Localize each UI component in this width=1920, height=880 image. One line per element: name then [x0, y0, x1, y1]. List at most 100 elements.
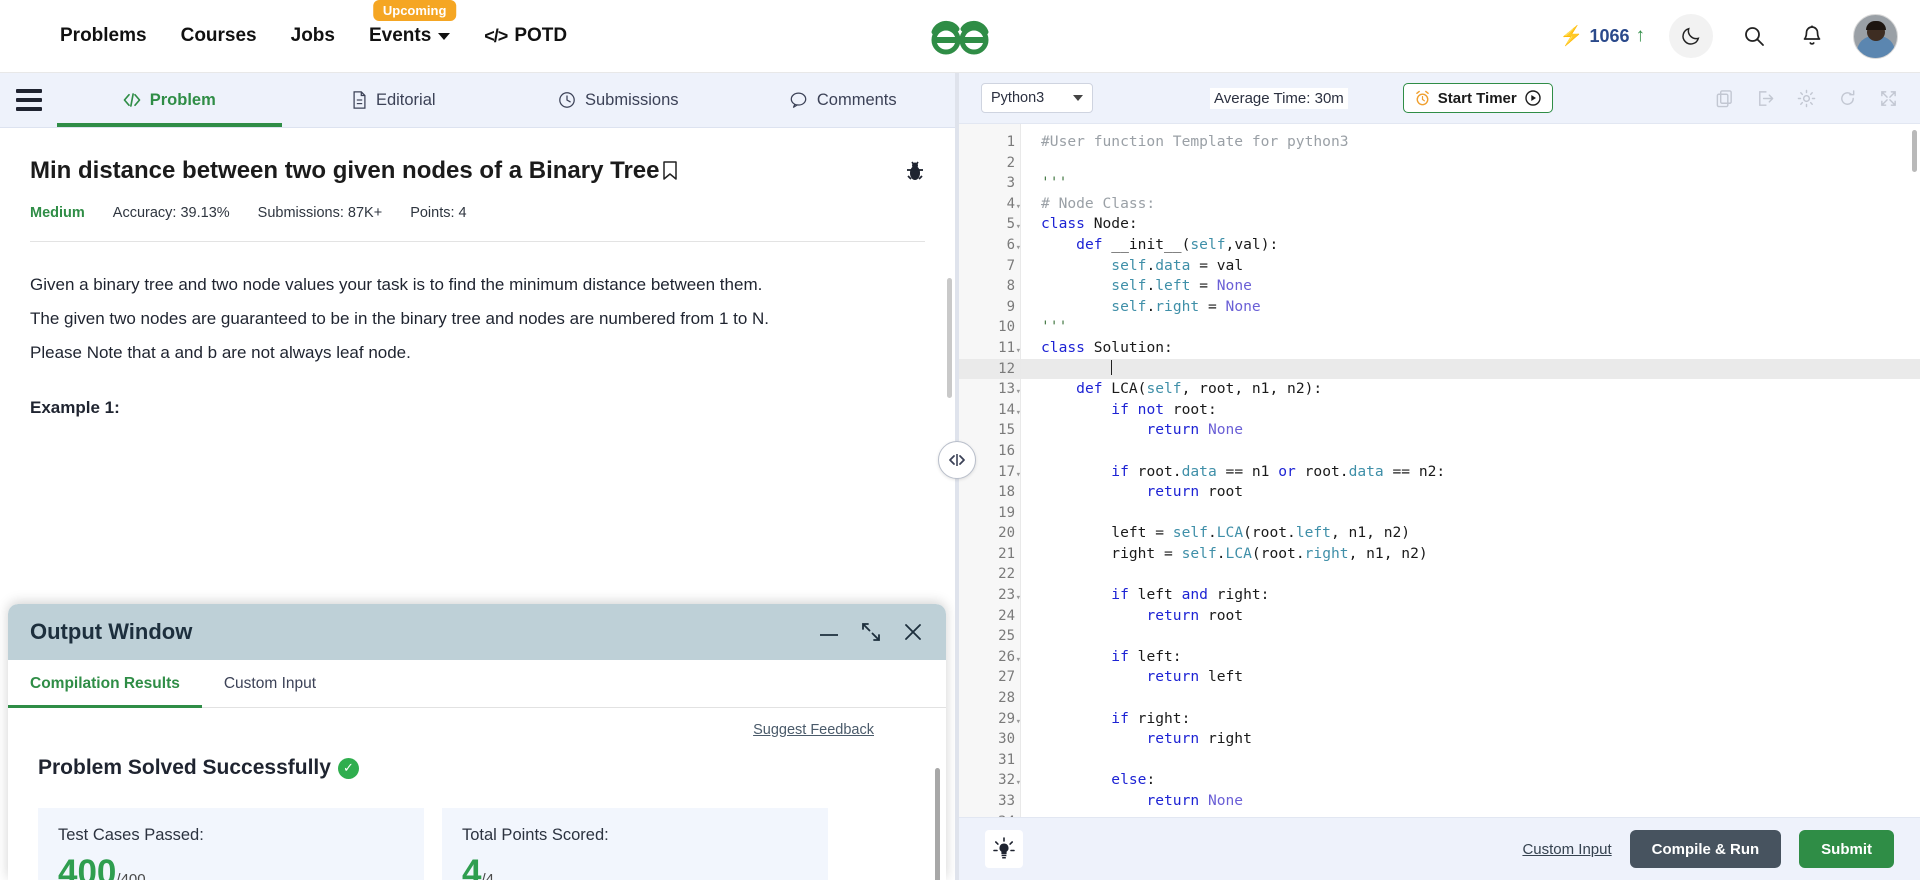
- play-circle-icon: [1525, 90, 1541, 106]
- hint-button[interactable]: [985, 830, 1023, 868]
- tab-custom-input[interactable]: Custom Input: [202, 660, 338, 707]
- code-line: return root: [1146, 606, 1244, 624]
- output-window-controls: [818, 621, 924, 643]
- line-number: 26 ▾: [959, 647, 1021, 668]
- upcoming-badge: Upcoming: [372, 0, 457, 21]
- status-text: Problem Solved Successfully: [38, 756, 331, 779]
- split-resize-handle[interactable]: [938, 441, 976, 479]
- description-paragraph: The given two nodes are guaranteed to be…: [30, 309, 770, 328]
- line-number: 21: [998, 545, 1015, 562]
- close-icon[interactable]: [902, 621, 924, 643]
- line-number: 31: [998, 751, 1015, 768]
- clock-icon: [558, 91, 576, 109]
- page-title: Min distance between two given nodes of …: [30, 156, 678, 188]
- output-scrollbar[interactable]: [935, 768, 940, 880]
- nav-item-problems[interactable]: Problems: [60, 25, 147, 47]
- line-number: 24: [998, 607, 1015, 624]
- stat-number: 4: [462, 853, 482, 880]
- divider: [30, 241, 925, 242]
- code-scrollbar[interactable]: [1912, 130, 1917, 172]
- compile-run-button[interactable]: Compile & Run: [1629, 830, 1782, 868]
- bookmark-icon[interactable]: [663, 158, 678, 188]
- example-heading: Example 1:: [30, 398, 120, 417]
- code-line: def LCA(self, root, n1, n2):: [1076, 380, 1323, 398]
- nav-item-events[interactable]: Upcoming Events: [369, 0, 457, 47]
- tab-label: Submissions: [584, 90, 679, 109]
- gfg-logo[interactable]: [925, 15, 995, 62]
- nav-label: Jobs: [290, 25, 335, 46]
- editor-toolbar: Python3 Average Time: 30m Start Timer: [959, 73, 1920, 124]
- tab-compilation-results[interactable]: Compilation Results: [8, 660, 202, 708]
- difficulty-badge: Medium: [30, 205, 85, 221]
- expand-icon[interactable]: [860, 621, 882, 643]
- code-text-area[interactable]: #User function Template for python3 ''' #…: [1021, 124, 1920, 817]
- fullscreen-icon[interactable]: [1879, 89, 1898, 108]
- tab-problem[interactable]: Problem: [57, 73, 282, 127]
- resize-arrows-icon: [949, 454, 965, 466]
- code-line: #User function Template for python3: [1041, 133, 1349, 150]
- language-select[interactable]: Python3: [981, 83, 1093, 113]
- user-avatar[interactable]: [1853, 13, 1898, 59]
- solved-status: Problem Solved Successfully ✓: [38, 756, 916, 780]
- line-number: 12: [959, 358, 1020, 380]
- nav-item-jobs[interactable]: Jobs: [291, 25, 335, 47]
- code-line: ''': [1041, 174, 1068, 192]
- avatar-hair: [1866, 20, 1886, 30]
- alarm-clock-icon: [1415, 90, 1429, 106]
- problem-title-row: Min distance between two given nodes of …: [30, 128, 925, 188]
- menu-hamburger-icon[interactable]: [0, 73, 57, 127]
- start-timer-button[interactable]: Start Timer: [1402, 83, 1553, 113]
- code-line: if left and right:: [1111, 586, 1270, 604]
- score-indicator[interactable]: ⚡ 1066 ↑: [1560, 24, 1645, 48]
- minimize-icon[interactable]: [818, 627, 840, 637]
- line-number: 15: [998, 422, 1015, 439]
- report-bug-icon[interactable]: [905, 156, 925, 187]
- tab-editorial[interactable]: Editorial: [282, 73, 507, 127]
- problem-pane: Problem Editorial Submissions Comments M…: [0, 73, 955, 880]
- tab-submissions[interactable]: Submissions: [506, 73, 731, 127]
- problem-scrollbar[interactable]: [947, 278, 952, 398]
- stat-denominator: /400: [116, 871, 146, 880]
- problem-description: Given a binary tree and two node values …: [30, 268, 925, 370]
- check-circle-icon: ✓: [337, 757, 359, 779]
- reset-icon[interactable]: [1838, 89, 1857, 108]
- custom-input-link[interactable]: Custom Input: [1522, 841, 1611, 858]
- code-line: return right: [1146, 730, 1252, 748]
- line-number: 28: [998, 690, 1015, 707]
- line-number: 4 ▾: [959, 194, 1021, 215]
- line-number: 5 ▾: [959, 214, 1021, 235]
- line-number: 29 ▾: [959, 709, 1021, 730]
- submit-button[interactable]: Submit: [1799, 830, 1894, 868]
- code-line: [1021, 358, 1920, 380]
- search-button[interactable]: [1737, 19, 1771, 53]
- settings-gear-icon[interactable]: [1797, 89, 1816, 108]
- copy-icon[interactable]: [1715, 89, 1734, 108]
- bell-icon: [1803, 25, 1821, 45]
- suggest-feedback-link[interactable]: Suggest Feedback: [38, 722, 916, 738]
- code-line: return None: [1146, 421, 1244, 439]
- tab-comments[interactable]: Comments: [731, 73, 956, 127]
- import-icon[interactable]: [1756, 89, 1775, 108]
- average-time-label: Average Time: 30m: [1210, 87, 1348, 109]
- nav-item-potd[interactable]: </> POTD: [484, 25, 567, 47]
- description-paragraph: Please Note that a and b are not always …: [30, 343, 411, 362]
- output-window-header: Output Window: [8, 604, 946, 660]
- tab-label: Comments: [816, 90, 897, 109]
- code-line: self.left = None: [1111, 277, 1252, 295]
- line-number: 32 ▾: [959, 770, 1021, 791]
- dark-mode-toggle[interactable]: [1669, 14, 1713, 58]
- code-editor[interactable]: 1 2 3 4 ▾ 5 ▾ 6 ▾ 7 8 9 10 11 ▾ 12 13 ▾ 14 ▾ 15 16 17 ▾ 18 19 20 21…: [959, 124, 1920, 817]
- line-number: 7: [1006, 257, 1015, 274]
- output-window-title: Output Window: [30, 619, 193, 644]
- output-window-body: Suggest Feedback Problem Solved Successf…: [8, 708, 946, 880]
- output-window-tabs: Compilation Results Custom Input: [8, 660, 946, 708]
- tab-label: Editorial: [375, 90, 436, 109]
- notifications-button[interactable]: [1795, 19, 1829, 53]
- timer-label: Start Timer: [1437, 89, 1517, 107]
- gfg-logo-icon: [931, 20, 989, 55]
- nav-item-courses[interactable]: Courses: [181, 25, 257, 47]
